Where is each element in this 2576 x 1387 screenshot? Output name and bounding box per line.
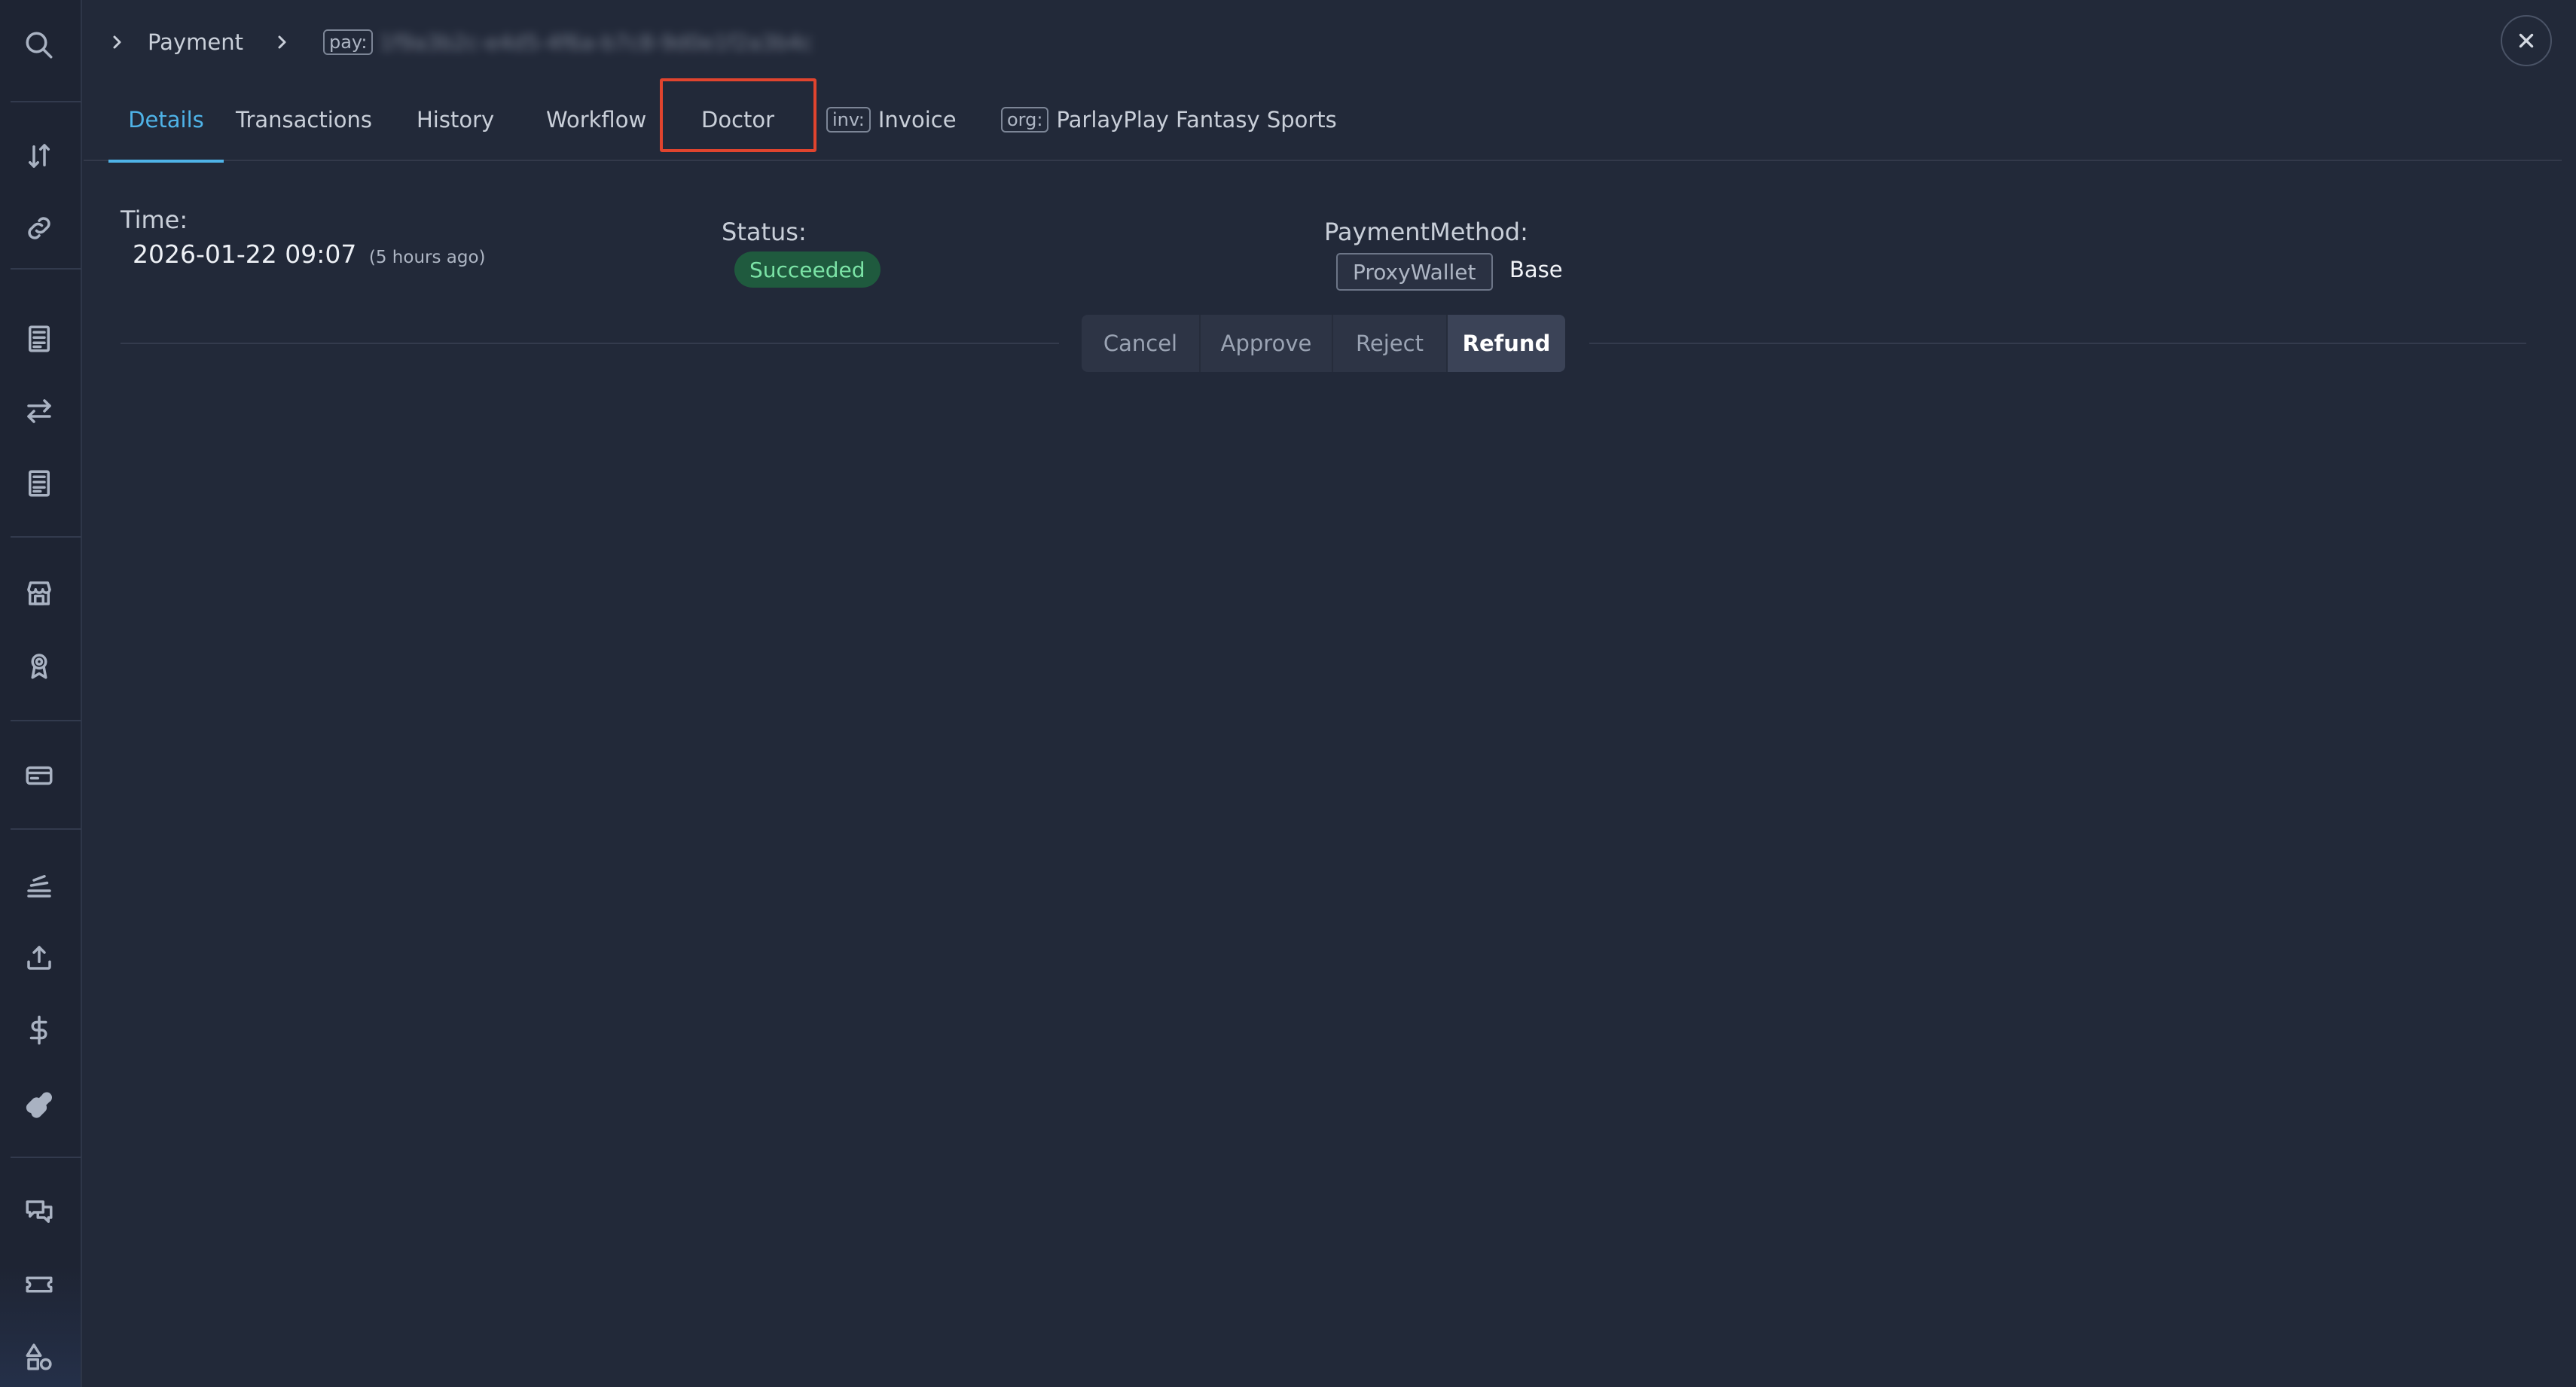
sidebar-divider — [11, 828, 81, 830]
search-icon[interactable] — [17, 23, 62, 68]
invoice-prefix-chip: inv: — [826, 107, 871, 133]
tab-label: Details — [128, 107, 204, 133]
refund-button[interactable]: Refund — [1448, 315, 1565, 372]
close-button[interactable] — [2501, 15, 2552, 66]
time-label: Time: — [121, 206, 188, 234]
tab-label: Workflow — [546, 107, 647, 133]
sidebar-divider — [11, 268, 81, 270]
stack-icon[interactable] — [17, 863, 62, 908]
tab-label: Invoice — [877, 107, 957, 133]
tab-label: ParlayPlay Fantasy Sports — [1056, 107, 1337, 133]
tab-history[interactable]: History — [417, 78, 494, 161]
chat-icon[interactable] — [17, 1190, 62, 1235]
approve-button[interactable]: Approve — [1201, 315, 1333, 372]
award-icon[interactable] — [17, 643, 62, 688]
dollar-icon[interactable] — [17, 1007, 62, 1053]
shapes-icon[interactable] — [17, 1334, 62, 1379]
payment-id-value[interactable]: 1f9a3b2c-e4d5-4f6a-b7c8-9d0e1f2a3b4c — [379, 30, 813, 55]
tab-transactions[interactable]: Transactions — [236, 78, 372, 161]
time-relative: (5 hours ago) — [368, 248, 486, 267]
tab-label: Doctor — [701, 107, 775, 133]
tab-workflow[interactable]: Workflow — [546, 78, 646, 161]
breadcrumb: Payment pay: 1f9a3b2c-e4d5-4f6a-b7c8-9d0… — [105, 23, 813, 62]
sidebar-divider — [11, 720, 81, 721]
divider-left — [121, 343, 1059, 344]
ticket-icon[interactable] — [17, 1262, 62, 1307]
transfer-icon[interactable] — [17, 133, 62, 178]
sidebar-divider — [11, 536, 81, 538]
receipt-icon[interactable] — [17, 316, 62, 361]
tab-doctor[interactable]: Doctor — [701, 78, 774, 161]
sidebar-divider — [11, 101, 81, 102]
time-absolute: 2026-01-22 09:07 — [133, 239, 357, 269]
exchange-icon[interactable] — [17, 389, 62, 434]
tab-details[interactable]: Details — [108, 78, 224, 163]
chevron-right-icon[interactable] — [105, 31, 128, 53]
org-prefix-chip: org: — [1001, 107, 1049, 133]
card-icon[interactable] — [17, 753, 62, 798]
reject-button[interactable]: Reject — [1333, 315, 1448, 372]
chevron-right-icon — [270, 31, 293, 53]
link-icon[interactable] — [17, 206, 62, 251]
sidebar — [0, 0, 82, 1387]
puzzle-icon[interactable] — [17, 1080, 62, 1125]
time-value: 2026-01-22 09:07 (5 hours ago) — [133, 239, 486, 269]
close-icon — [2519, 33, 2534, 48]
tab-label: History — [417, 107, 495, 133]
cancel-button[interactable]: Cancel — [1082, 315, 1201, 372]
action-button-group: Cancel Approve Reject Refund — [1082, 315, 1565, 372]
store-icon[interactable] — [17, 571, 62, 616]
tab-label: Transactions — [236, 107, 373, 133]
ledger-icon[interactable] — [17, 461, 62, 506]
sidebar-divider — [11, 1157, 81, 1158]
breadcrumb-payment[interactable]: Payment — [148, 29, 243, 55]
status-label: Status: — [722, 218, 807, 246]
tab-invoice[interactable]: inv: Invoice — [826, 78, 957, 161]
payment-id-prefix: pay: — [322, 29, 374, 55]
divider-right — [1589, 343, 2526, 344]
payment-method-network: Base — [1509, 257, 1563, 282]
tab-organization[interactable]: org: ParlayPlay Fantasy Sports — [1001, 78, 1337, 161]
upload-icon[interactable] — [17, 935, 62, 980]
payment-method-chip: ProxyWallet — [1336, 253, 1493, 291]
status-badge: Succeeded — [734, 251, 881, 288]
tab-bar: Details Transactions History Workflow Do… — [84, 78, 2562, 163]
payment-method-label: PaymentMethod: — [1324, 218, 1528, 246]
